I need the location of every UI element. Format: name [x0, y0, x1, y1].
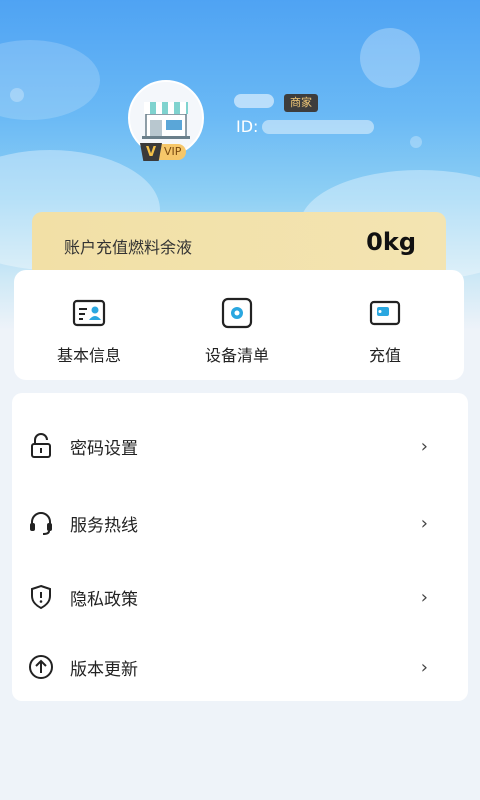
- shop-icon: [142, 102, 190, 139]
- bubble-decoration: [360, 28, 420, 88]
- role-badge: 商家: [284, 94, 318, 112]
- vip-crown-icon: V: [140, 143, 162, 161]
- shortcut-recharge[interactable]: 充值: [325, 296, 445, 366]
- headset-icon: [28, 510, 54, 536]
- chevron-right-icon: ›: [420, 586, 428, 608]
- vip-badge: V VIP: [140, 143, 192, 161]
- user-id-label: ID:: [236, 117, 259, 136]
- shortcut-label: 充值: [368, 346, 401, 365]
- shortcut-basic-info[interactable]: 基本信息: [29, 296, 149, 366]
- chevron-right-icon: ›: [420, 656, 428, 678]
- fuel-balance-label: 账户充值燃料余液: [64, 238, 193, 257]
- username-redacted: [234, 94, 274, 108]
- id-card-icon: [72, 296, 106, 330]
- fuel-balance-value: 0kg: [366, 228, 416, 256]
- menu-item-label: 密码设置: [70, 438, 138, 459]
- chevron-right-icon: ›: [420, 435, 428, 457]
- menu-item-label: 隐私政策: [70, 589, 138, 610]
- cloud-decoration: [0, 40, 100, 120]
- shortcut-label: 设备清单: [204, 346, 269, 365]
- shortcut-panel: 基本信息 设备清单 充值: [14, 270, 464, 380]
- user-id-redacted: [262, 120, 374, 134]
- bubble-decoration: [410, 136, 422, 148]
- upload-icon: [28, 654, 54, 680]
- vip-label: VIP: [159, 144, 187, 160]
- shortcut-device-list[interactable]: 设备清单: [177, 296, 297, 366]
- menu-item-password[interactable]: 密码设置 ›: [12, 426, 468, 466]
- wallet-icon: [368, 296, 402, 330]
- menu-item-privacy[interactable]: 隐私政策 ›: [12, 577, 468, 617]
- shield-icon: [28, 584, 54, 610]
- chevron-right-icon: ›: [420, 512, 428, 534]
- menu-item-label: 版本更新: [70, 659, 138, 680]
- shortcut-label: 基本信息: [56, 346, 121, 365]
- menu-item-version[interactable]: 版本更新 ›: [12, 647, 468, 687]
- menu-item-label: 服务热线: [70, 515, 138, 536]
- lock-icon: [28, 433, 54, 459]
- bubble-decoration: [10, 88, 24, 102]
- settings-menu: 密码设置 › 服务热线 › 隐私政策 › 版本更新 ›: [12, 393, 468, 701]
- menu-item-hotline[interactable]: 服务热线 ›: [12, 503, 468, 543]
- gear-icon: [220, 296, 254, 330]
